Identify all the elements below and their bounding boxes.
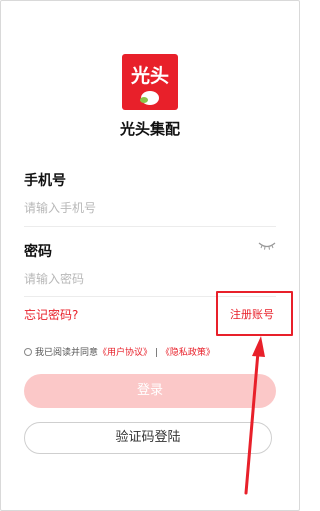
- app-logo: 光头: [122, 54, 178, 110]
- password-input[interactable]: [24, 268, 276, 290]
- phone-input[interactable]: [24, 197, 276, 219]
- app-name: 光头集配: [119, 120, 180, 138]
- agreement-row: 我已阅读并同意《用户协议》 | 《隐私政策》: [24, 345, 215, 358]
- agreement-radio[interactable]: [24, 348, 32, 356]
- login-button[interactable]: 登录: [24, 374, 276, 408]
- logo-graphic: 光头: [130, 64, 169, 105]
- code-login-button[interactable]: 验证码登陆: [24, 422, 272, 454]
- leaf-shape: [140, 97, 148, 103]
- forgot-password-link[interactable]: 忘记密码?: [24, 306, 78, 323]
- eye-closed-icon[interactable]: [258, 241, 276, 251]
- user-agreement-link[interactable]: 《用户协议》: [98, 348, 152, 358]
- agreement-separator: |: [154, 348, 158, 358]
- phone-label: 手机号: [24, 173, 66, 189]
- register-link[interactable]: 注册账号: [230, 306, 274, 322]
- agreement-prefix: 我已阅读并同意: [35, 348, 99, 358]
- privacy-policy-link[interactable]: 《隐私政策》: [161, 348, 215, 358]
- logo-text: 光头: [130, 64, 169, 87]
- phone-divider: [24, 226, 276, 227]
- password-label: 密码: [24, 244, 52, 260]
